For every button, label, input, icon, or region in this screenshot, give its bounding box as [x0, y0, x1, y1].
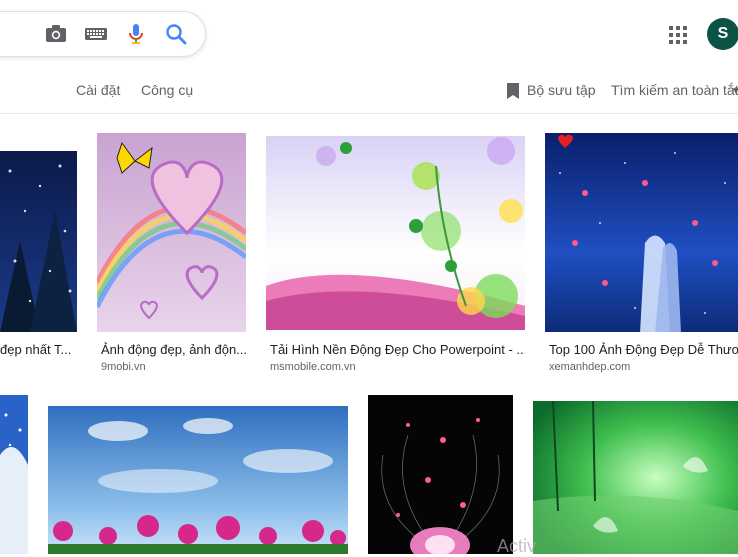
bookmark-icon[interactable]	[506, 82, 520, 100]
search-icon[interactable]	[164, 22, 188, 46]
result-caption-1[interactable]: đẹp nhất T...	[0, 342, 77, 357]
camera-icon[interactable]	[44, 22, 68, 46]
microphone-icon[interactable]	[124, 22, 148, 46]
result-thumbnail-3[interactable]	[266, 136, 525, 330]
toolbar-divider	[0, 113, 738, 114]
result-thumbnail-1[interactable]	[0, 151, 77, 332]
result-thumbnail-2[interactable]	[97, 133, 246, 332]
result-thumbnail-6[interactable]	[48, 406, 348, 554]
result-thumbnail-7[interactable]	[368, 395, 513, 554]
apps-grid-icon[interactable]	[668, 25, 688, 45]
tools-link[interactable]: Công cụ	[141, 82, 193, 98]
result-thumbnail-4[interactable]	[545, 133, 738, 332]
result-thumbnail-5[interactable]	[0, 395, 28, 554]
result-source-3: msmobile.com.vn	[270, 361, 356, 373]
result-caption-2[interactable]: Ảnh động đẹp, ảnh độn...	[101, 342, 246, 357]
account-avatar[interactable]: S	[707, 18, 738, 50]
result-caption-3[interactable]: Tải Hình Nền Động Đẹp Cho Powerpoint - .…	[270, 342, 525, 357]
result-source-2: 9mobi.vn	[101, 361, 146, 373]
avatar-letter: S	[717, 25, 729, 42]
keyboard-icon[interactable]	[84, 22, 108, 46]
settings-link[interactable]: Cài đặt	[76, 82, 120, 98]
collections-link[interactable]: Bộ sưu tập	[527, 82, 596, 98]
chevron-down-icon[interactable]: ▼	[731, 86, 738, 97]
result-caption-4[interactable]: Top 100 Ảnh Động Đẹp Dễ Thươ...	[549, 342, 738, 357]
safesearch-toggle[interactable]: Tìm kiếm an toàn tắt	[611, 82, 738, 98]
result-thumbnail-8[interactable]	[533, 401, 738, 554]
result-source-4: xemanhdep.com	[549, 361, 631, 373]
